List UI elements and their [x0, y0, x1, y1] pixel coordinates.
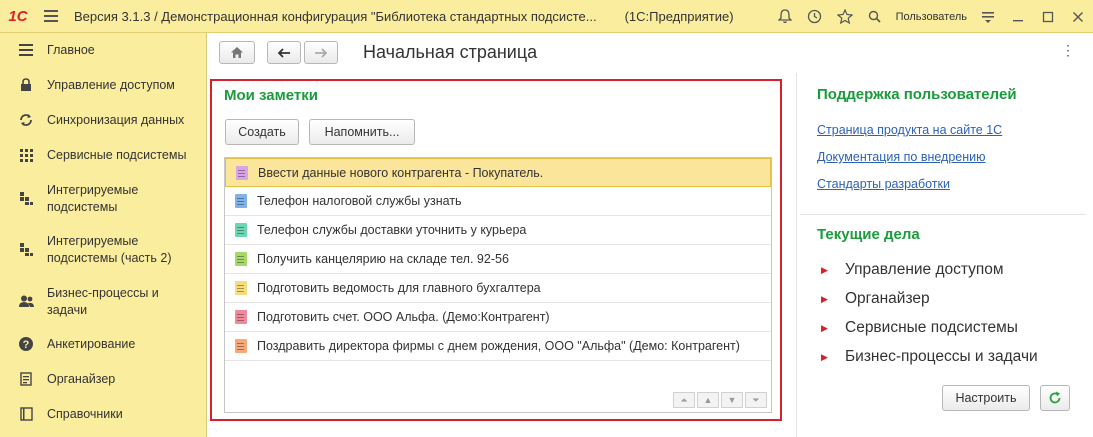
- task-item-service[interactable]: ▶ Сервисные подсистемы: [821, 319, 1018, 337]
- title-bar: 1С Версия 3.1.3 / Демонстрационная конфи…: [0, 0, 1093, 33]
- support-link-docs[interactable]: Документация по внедрению: [817, 150, 986, 164]
- note-text: Получить канцелярию на складе тел. 92-56: [257, 252, 509, 266]
- page-title: Начальная страница: [363, 42, 538, 62]
- task-label: Органайзер: [845, 290, 930, 307]
- blocks-icon: [18, 241, 34, 257]
- scroll-top-icon[interactable]: ⏶: [673, 392, 695, 408]
- back-button[interactable]: [267, 41, 301, 64]
- task-label: Сервисные подсистемы: [845, 319, 1018, 336]
- scroll-down-icon[interactable]: ▼: [721, 392, 743, 408]
- settings-menu-icon[interactable]: [973, 0, 1003, 33]
- list-item[interactable]: Поздравить директора фирмы с днем рожден…: [225, 332, 771, 361]
- sync-icon: [18, 112, 34, 128]
- note-icon: [235, 310, 247, 324]
- question-icon: ?: [18, 336, 34, 352]
- user-name[interactable]: Пользователь: [896, 11, 967, 23]
- note-icon: [235, 194, 247, 208]
- sidebar-item-label: Синхронизация данных: [47, 113, 185, 127]
- note-icon: [235, 339, 247, 353]
- list-item[interactable]: Телефон службы доставки уточнить у курье…: [225, 216, 771, 245]
- support-link-product[interactable]: Страница продукта на сайте 1С: [817, 123, 1002, 137]
- notes-panel: Мои заметки Создать Напомнить... Ввести …: [210, 79, 782, 421]
- scroll-bottom-icon[interactable]: ⏷: [745, 392, 767, 408]
- list-item[interactable]: Получить канцелярию на складе тел. 92-56: [225, 245, 771, 274]
- notes-title: Мои заметки: [224, 87, 318, 104]
- sidebar-item-label: Анкетирование: [47, 337, 136, 351]
- star-icon[interactable]: [830, 0, 860, 33]
- remind-button[interactable]: Напомнить...: [309, 119, 415, 145]
- sidebar-item-label: Интегрируемые подсистемы (часть 2): [47, 234, 172, 265]
- window-app-name: (1С:Предприятие): [624, 8, 734, 24]
- create-button[interactable]: Создать: [225, 119, 299, 145]
- window-title: Версия 3.1.3 / Демонстрационная конфигур…: [74, 8, 597, 24]
- sidebar-item-label: Главное: [47, 43, 95, 57]
- bullet-arrow-icon: ▶: [821, 264, 828, 275]
- home-button[interactable]: [219, 41, 255, 64]
- book-icon: [18, 406, 34, 422]
- history-icon[interactable]: [800, 0, 830, 33]
- search-icon[interactable]: [860, 0, 890, 33]
- bullet-arrow-icon: ▶: [821, 293, 828, 304]
- task-item-business[interactable]: ▶ Бизнес-процессы и задачи: [821, 348, 1038, 366]
- sidebar-item-label: Интегрируемые подсистемы: [47, 183, 139, 214]
- note-icon: [235, 281, 247, 295]
- sidebar-item-label: Сервисные подсистемы: [47, 148, 187, 162]
- column-divider: [796, 73, 797, 437]
- bullet-arrow-icon: ▶: [821, 351, 828, 362]
- section-divider: [800, 214, 1086, 215]
- bell-icon[interactable]: [770, 0, 800, 33]
- notes-list: Ввести данные нового контрагента - Покуп…: [224, 157, 772, 413]
- main-menu-icon[interactable]: [36, 0, 66, 33]
- main-content: Начальная страница ⋮ Мои заметки Создать…: [208, 33, 1093, 437]
- support-title: Поддержка пользователей: [817, 86, 1017, 103]
- svg-text:?: ?: [23, 339, 30, 351]
- sidebar-item-label: Органайзер: [47, 372, 116, 386]
- menu-lines-icon: [18, 42, 34, 58]
- lock-icon: [18, 77, 34, 93]
- maximize-icon[interactable]: [1033, 0, 1063, 33]
- sidebar-item-label: Управление доступом: [47, 78, 175, 92]
- note-text: Телефон налоговой службы узнать: [257, 194, 462, 208]
- note-text: Ввести данные нового контрагента - Покуп…: [258, 165, 544, 180]
- sidebar-item-label: Справочники: [47, 407, 123, 421]
- app-logo: 1С: [8, 7, 28, 25]
- note-text: Подготовить ведомость для главного бухга…: [257, 281, 541, 295]
- tasks-title: Текущие дела: [817, 226, 920, 243]
- list-item[interactable]: Телефон налоговой службы узнать: [225, 187, 771, 216]
- task-item-organizer[interactable]: ▶ Органайзер: [821, 290, 930, 308]
- note-text: Поздравить директора фирмы с днем рожден…: [257, 339, 740, 353]
- note-icon: [235, 252, 247, 266]
- sidebar-item-label: Бизнес-процессы и задачи: [47, 286, 159, 317]
- note-text: Телефон службы доставки уточнить у курье…: [257, 223, 527, 237]
- list-item[interactable]: Подготовить ведомость для главного бухга…: [225, 274, 771, 303]
- forward-button[interactable]: [304, 41, 338, 64]
- support-link-standards[interactable]: Стандарты разработки: [817, 177, 950, 191]
- note-icon: [235, 223, 247, 237]
- grid-icon: [18, 147, 34, 163]
- note-icon: [236, 165, 248, 180]
- list-item[interactable]: Ввести данные нового контрагента - Покуп…: [225, 158, 771, 187]
- configure-button[interactable]: Настроить: [942, 385, 1030, 411]
- list-scroll-controls: ⏶ ▲ ▼ ⏷: [673, 392, 767, 408]
- bullet-arrow-icon: ▶: [821, 322, 828, 333]
- close-icon[interactable]: [1063, 0, 1093, 33]
- note-text: Подготовить счет. ООО Альфа. (Демо:Контр…: [257, 310, 550, 324]
- task-label: Бизнес-процессы и задачи: [845, 348, 1038, 365]
- minimize-icon[interactable]: [1003, 0, 1033, 33]
- task-label: Управление доступом: [845, 261, 1004, 278]
- more-options-icon[interactable]: ⋮: [1061, 42, 1075, 59]
- task-item-access[interactable]: ▶ Управление доступом: [821, 261, 1004, 279]
- refresh-icon[interactable]: [1040, 385, 1070, 411]
- blocks-icon: [18, 190, 34, 206]
- users-icon: [18, 293, 34, 309]
- scroll-up-icon[interactable]: ▲: [697, 392, 719, 408]
- list-item[interactable]: Подготовить счет. ООО Альфа. (Демо:Контр…: [225, 303, 771, 332]
- notepad-icon: [18, 371, 34, 387]
- sidebar: Главное Управление доступом Синхронизаци…: [0, 33, 207, 437]
